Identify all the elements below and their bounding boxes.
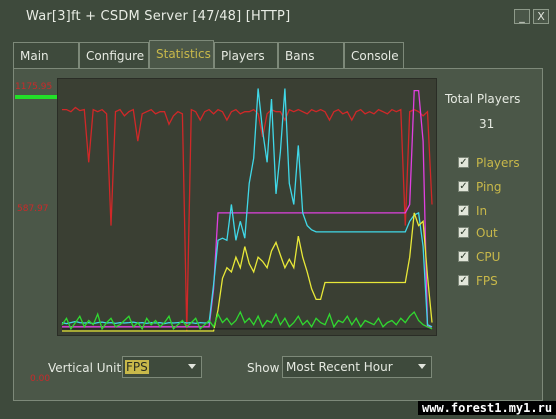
legend-label-players: Players bbox=[476, 156, 520, 170]
legend-label-fps: FPS bbox=[476, 274, 498, 288]
tab-bans[interactable]: Bans bbox=[278, 42, 344, 68]
legend-label-ping: Ping bbox=[476, 180, 502, 194]
legend-label-in: In bbox=[476, 204, 488, 218]
total-players-label: Total Players bbox=[445, 92, 521, 106]
checkbox-players[interactable]: ✓ bbox=[458, 157, 469, 168]
scale-marker bbox=[15, 95, 57, 99]
y-axis-mid-label: 587.97 bbox=[17, 204, 49, 214]
checkbox-out[interactable]: ✓ bbox=[458, 227, 469, 238]
chevron-down-icon bbox=[418, 364, 426, 369]
legend-label-cpu: CPU bbox=[476, 250, 501, 264]
checkbox-fps[interactable]: ✓ bbox=[458, 275, 469, 286]
series-line-in bbox=[62, 106, 433, 332]
tab-players[interactable]: Players bbox=[214, 42, 278, 68]
time-range-select[interactable]: Most Recent Hour bbox=[282, 356, 432, 378]
tab-main[interactable]: Main bbox=[13, 42, 79, 68]
checkbox-ping[interactable]: ✓ bbox=[458, 181, 469, 192]
tab-statistics[interactable]: Statistics bbox=[149, 40, 214, 68]
total-players-value: 31 bbox=[479, 117, 495, 131]
tab-console[interactable]: Console bbox=[344, 42, 404, 68]
series-line-out bbox=[62, 212, 433, 332]
watermark: www.forest1.my1.ru bbox=[418, 401, 556, 415]
window-title: War[3]ft + CSDM Server [47/48] [HTTP] bbox=[26, 9, 291, 24]
tab-configure[interactable]: Configure bbox=[79, 42, 149, 68]
show-label: Show bbox=[247, 361, 280, 375]
series-line-ping bbox=[61, 88, 433, 328]
series-line-fps bbox=[61, 310, 433, 331]
time-range-value: Most Recent Hour bbox=[286, 360, 393, 374]
statistics-chart bbox=[57, 78, 437, 336]
vertical-units-value: FPS bbox=[125, 360, 149, 374]
legend-label-out: Out bbox=[476, 226, 498, 240]
y-axis-max-label: 1175.95 bbox=[15, 82, 53, 92]
checkbox-cpu[interactable]: ✓ bbox=[458, 251, 469, 262]
vertical-units-label: Vertical Units bbox=[48, 361, 128, 375]
checkbox-in[interactable]: ✓ bbox=[458, 205, 469, 216]
y-axis-min-label: 0.00 bbox=[30, 374, 51, 384]
title-bar: War[3]ft + CSDM Server [47/48] [HTTP] _ … bbox=[0, 0, 556, 34]
chevron-down-icon bbox=[188, 364, 196, 369]
vertical-units-select[interactable]: FPS bbox=[122, 356, 202, 378]
minimize-button[interactable]: _ bbox=[514, 9, 530, 24]
chart-plot bbox=[61, 88, 433, 332]
close-button[interactable]: X bbox=[533, 9, 549, 24]
